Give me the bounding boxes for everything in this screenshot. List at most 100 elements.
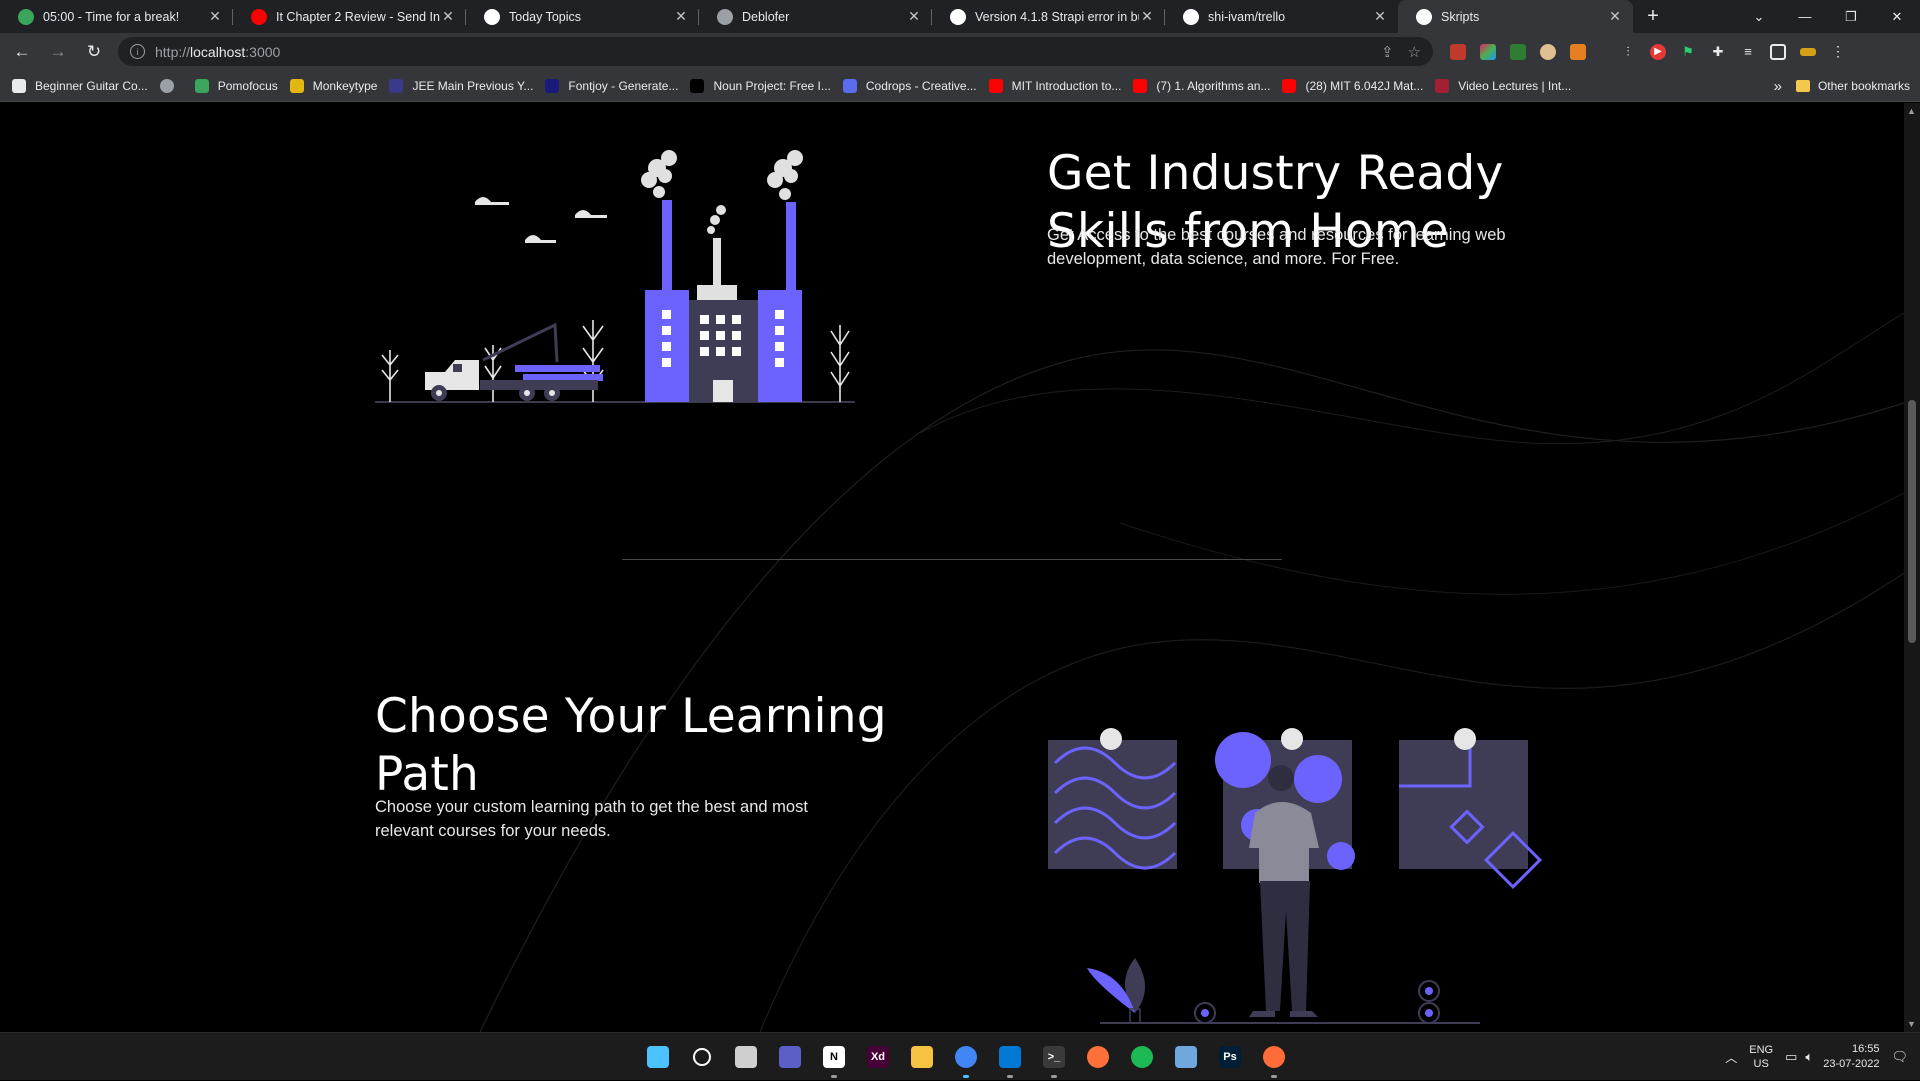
hero-description: Get Access to the best courses and resou… — [1047, 223, 1506, 271]
reload-button[interactable]: ↻ — [80, 38, 108, 66]
bookmark-item[interactable]: Video Lectures | Int... — [1435, 78, 1572, 93]
tab-0[interactable]: 05:00 - Time for a break! ✕ — [0, 0, 233, 33]
tab-close-icon[interactable]: ✕ — [1372, 8, 1388, 25]
taskbar-app-7[interactable] — [944, 1041, 988, 1078]
scrollbar-thumb[interactable] — [1908, 400, 1916, 643]
extension-icon-3[interactable] — [1510, 43, 1526, 60]
taskbar-app-10[interactable] — [1076, 1041, 1120, 1073]
metamask-icon[interactable] — [1570, 43, 1586, 60]
tab-4[interactable]: Version 4.1.8 Strapi error in build ✕ — [932, 0, 1165, 33]
share-icon[interactable]: ⇪ — [1381, 43, 1394, 61]
pomofocus-check-icon — [18, 8, 34, 25]
forward-button[interactable]: → — [44, 38, 72, 66]
bookmark-item[interactable] — [159, 78, 183, 93]
crane-truck — [425, 322, 603, 401]
tab-6[interactable]: Skripts ✕ — [1398, 0, 1633, 33]
tab-close-icon[interactable]: ✕ — [207, 8, 223, 25]
bookmark-item[interactable]: Fontjoy - Generate... — [545, 78, 678, 93]
bookmark-star-icon[interactable]: ☆ — [1408, 43, 1421, 61]
tab-close-icon[interactable]: ✕ — [1139, 8, 1155, 25]
tab-close-icon[interactable]: ✕ — [906, 8, 922, 25]
taskbar-app-6[interactable] — [900, 1041, 944, 1073]
close-window-button[interactable]: ✕ — [1874, 0, 1920, 33]
taskbar-app-8[interactable] — [988, 1041, 1032, 1078]
hero-title-line1: Get Industry Ready — [1047, 146, 1504, 201]
windows-start-icon — [647, 1046, 669, 1068]
bookmark-item[interactable]: Monkeytype — [289, 78, 377, 93]
new-tab-button[interactable]: + — [1633, 0, 1673, 33]
taskbar-app-9[interactable]: >_ — [1032, 1041, 1076, 1078]
tab-close-icon[interactable]: ✕ — [440, 8, 456, 25]
taskbar-app-12[interactable] — [1164, 1041, 1208, 1073]
monkeytype-icon — [289, 78, 304, 93]
bookmark-item[interactable]: MIT Introduction to... — [988, 78, 1121, 93]
taskbar-app-13[interactable]: Ps — [1208, 1041, 1252, 1073]
browser-toolbar: ← → ↻ i http://localhost:3000 ⇪ ☆ ⫶ ▶ ⚑ … — [0, 33, 1920, 70]
running-indicator — [1007, 1075, 1013, 1078]
taskbar-app-4[interactable]: N — [812, 1041, 856, 1078]
page-scrollbar[interactable]: ▲ ▼ — [1904, 103, 1920, 1032]
address-bar[interactable]: i http://localhost:3000 ⇪ ☆ — [118, 37, 1433, 66]
taskbar-app-14[interactable] — [1252, 1041, 1296, 1078]
reading-list-icon[interactable]: ≡ — [1740, 44, 1756, 60]
teams-chat-icon — [779, 1046, 801, 1068]
taskbar-app-11[interactable] — [1120, 1041, 1164, 1073]
taskbar-app-2[interactable] — [724, 1041, 768, 1073]
bookmark-item[interactable]: (7) 1. Algorithms an... — [1133, 78, 1270, 93]
extension-icon-1[interactable] — [1450, 43, 1466, 60]
clock[interactable]: 16:55 23-07-2022 — [1823, 1042, 1879, 1072]
file-explorer-icon — [911, 1046, 933, 1068]
bookmark-label: Video Lectures | Int... — [1458, 78, 1572, 93]
taskbar-app-0[interactable] — [636, 1041, 680, 1073]
bookmark-item[interactable]: (28) MIT 6.042J Mat... — [1282, 78, 1423, 93]
extension-icon-2[interactable] — [1480, 43, 1496, 60]
bookmarks-overflow-button[interactable]: » — [1774, 78, 1782, 95]
tab-close-icon[interactable]: ✕ — [673, 8, 689, 25]
network-icon[interactable]: ▭ — [1785, 1049, 1797, 1065]
extension-icon-4[interactable] — [1540, 43, 1556, 60]
taskbar-app-3[interactable] — [768, 1041, 812, 1073]
taskbar-apps: N Xd >_ Ps — [636, 1041, 1296, 1078]
lang-region: US — [1753, 1058, 1769, 1070]
tab-1[interactable]: It Chapter 2 Review - Send In Th ✕ — [233, 0, 466, 33]
clock-date: 23-07-2022 — [1823, 1058, 1880, 1070]
scroll-down-arrow-icon[interactable]: ▼ — [1907, 1019, 1916, 1029]
tab-5[interactable]: shi-ivam/trello ✕ — [1165, 0, 1398, 33]
bookmark-item[interactable]: Pomofocus — [194, 78, 278, 93]
restore-button[interactable]: ❐ — [1828, 0, 1874, 33]
other-bookmarks[interactable]: Other bookmarks — [1818, 79, 1910, 93]
github-icon — [950, 8, 966, 25]
bookmark-item[interactable]: Codrops - Creative... — [842, 78, 977, 93]
tab-close-icon[interactable]: ✕ — [1607, 8, 1623, 25]
tab-3[interactable]: Deblofer ✕ — [699, 0, 932, 33]
running-indicator — [831, 1075, 837, 1078]
tab-search-icon[interactable]: ⌄ — [1736, 0, 1782, 33]
taskbar-app-1[interactable] — [680, 1041, 724, 1073]
tab-2[interactable]: Today Topics ✕ — [466, 0, 699, 33]
tray-overflow-icon[interactable]: ︿ — [1725, 1049, 1737, 1066]
scroll-up-arrow-icon[interactable]: ▲ — [1907, 106, 1916, 116]
clouds — [475, 197, 607, 243]
search-icon — [693, 1048, 711, 1066]
bookmark-item[interactable]: JEE Main Previous Y... — [389, 78, 533, 93]
menu-kebab-icon[interactable]: ⋮ — [1830, 43, 1846, 60]
minimize-button[interactable]: — — [1782, 0, 1828, 33]
extension-icon-6[interactable]: ⫶ — [1620, 44, 1636, 60]
extension-icon-7[interactable]: ▶ — [1650, 43, 1666, 60]
side-panel-icon[interactable] — [1770, 43, 1786, 60]
taskbar-app-5[interactable]: Xd — [856, 1041, 900, 1073]
bookmark-item[interactable]: Beginner Guitar Co... — [12, 78, 148, 93]
notion-icon: N — [823, 1046, 845, 1068]
noun-project-icon — [690, 78, 705, 93]
extensions-puzzle-icon[interactable]: ✚ — [1710, 44, 1726, 60]
photos-icon — [1175, 1046, 1197, 1068]
back-button[interactable]: ← — [8, 38, 36, 66]
vscode-icon — [999, 1046, 1021, 1068]
input-language[interactable]: ENG US — [1749, 1043, 1773, 1071]
site-info-icon[interactable]: i — [130, 44, 145, 59]
notifications-icon[interactable]: 🗨︎ — [1891, 1049, 1908, 1065]
volume-icon[interactable]: 🔈︎ — [1805, 1049, 1813, 1065]
bookmark-item[interactable]: Noun Project: Free I... — [690, 78, 831, 93]
extension-icon-8[interactable]: ⚑ — [1680, 44, 1696, 60]
extension-icon-12[interactable] — [1800, 47, 1816, 56]
